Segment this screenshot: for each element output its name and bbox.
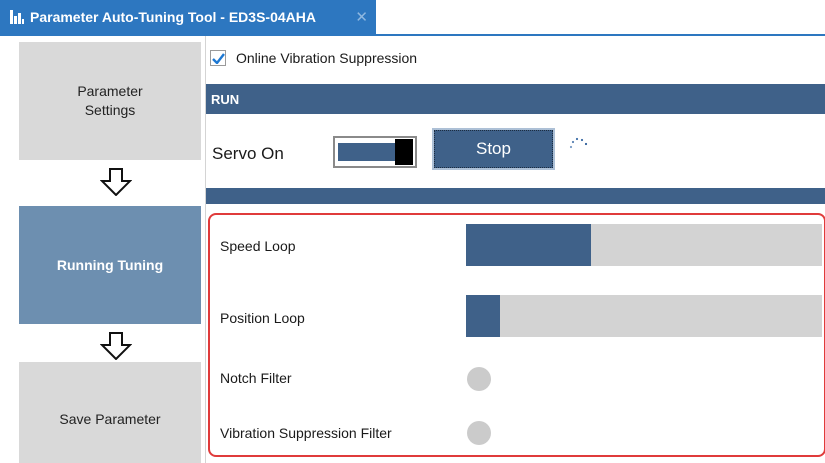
tuning-content: Online Vibration Suppression RUN Servo O…	[206, 36, 825, 463]
run-header-label: RUN	[211, 91, 240, 107]
checkmark-icon	[211, 52, 225, 64]
position-loop-label: Position Loop	[220, 310, 305, 326]
loading-spinner-icon	[569, 137, 588, 149]
step-running-tuning[interactable]: Running Tuning	[19, 206, 201, 324]
step-save-parameter[interactable]: Save Parameter	[19, 362, 201, 463]
online-vibration-suppression-option[interactable]: Online Vibration Suppression	[208, 46, 417, 70]
stop-button-label: Stop	[476, 139, 511, 158]
servo-on-label: Servo On	[212, 144, 284, 163]
notch-filter-label: Notch Filter	[220, 370, 292, 386]
close-icon[interactable]: ✕	[355, 8, 368, 26]
speed-loop-progress-bar	[466, 224, 822, 266]
notch-filter-indicator	[467, 367, 491, 391]
window-title: Parameter Auto-Tuning Tool - ED3S-04AHA	[30, 9, 316, 25]
step-label: Save Parameter	[59, 411, 161, 427]
tuning-results-panel: Speed Loop Position Loop Notch Filter Vi…	[208, 213, 825, 457]
arrow-down-icon	[100, 332, 132, 360]
step-label: Running Tuning	[56, 256, 164, 273]
speed-loop-label: Speed Loop	[220, 238, 296, 254]
arrow-down-icon	[100, 168, 132, 196]
run-section-header: RUN	[206, 84, 825, 114]
step-parameter-settings[interactable]: Parameter Settings	[19, 42, 201, 160]
stop-button[interactable]: Stop	[432, 128, 555, 170]
title-bar: Parameter Auto-Tuning Tool - ED3S-04AHA …	[0, 0, 825, 34]
bar-chart-icon	[10, 10, 24, 24]
run-section: Servo On Stop	[206, 114, 825, 172]
online-vibration-suppression-checkbox[interactable]	[210, 50, 226, 66]
servo-on-toggle[interactable]	[333, 136, 417, 168]
step-label: Parameter Settings	[77, 83, 143, 118]
speed-loop-progress-fill	[466, 224, 591, 266]
vibration-suppression-filter-label: Vibration Suppression Filter	[220, 425, 392, 441]
toggle-track	[338, 143, 398, 161]
position-loop-progress-bar	[466, 295, 822, 337]
vibration-suppression-filter-indicator	[467, 421, 491, 445]
toggle-knob[interactable]	[395, 139, 413, 165]
section-divider-bar	[206, 188, 825, 204]
online-vibration-suppression-label: Online Vibration Suppression	[236, 50, 418, 66]
window-tab[interactable]: Parameter Auto-Tuning Tool - ED3S-04AHA …	[0, 0, 376, 34]
position-loop-progress-fill	[466, 295, 500, 337]
step-panel: Parameter Settings Running Tuning Save P…	[0, 36, 206, 463]
